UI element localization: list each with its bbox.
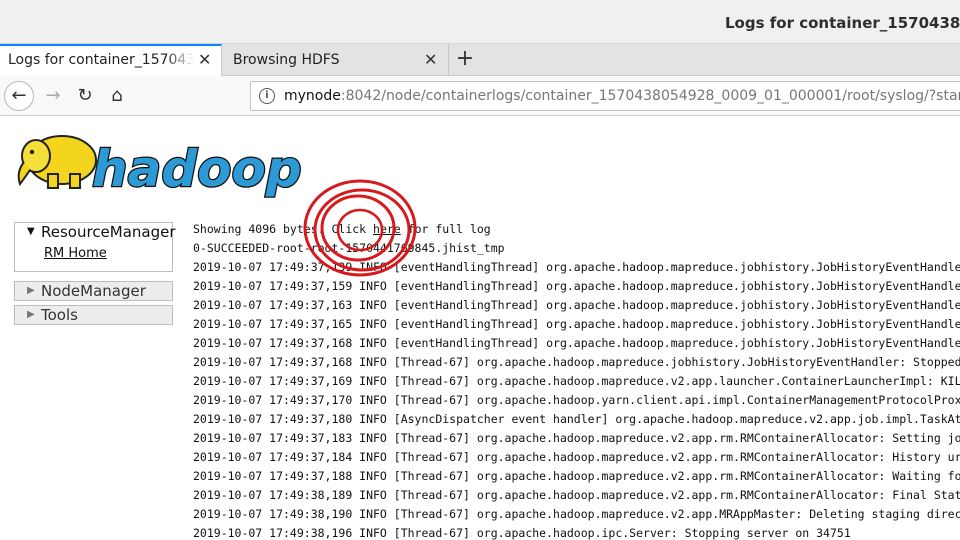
close-tab-icon[interactable]: ✕ <box>198 50 211 69</box>
forward-button[interactable]: → <box>38 81 68 111</box>
triangle-right-icon: ▶ <box>27 309 35 320</box>
hadoop-elephant-icon <box>17 135 97 189</box>
sidebar-nav: ▼ ResourceManager RM Home ▶ NodeManager … <box>14 222 176 325</box>
tab-label: Logs for container_15704380 <box>8 52 194 68</box>
sidebar-section-body: RM Home <box>14 242 173 272</box>
tab-browsing-hdfs[interactable]: Browsing HDFS ✕ <box>223 44 449 76</box>
log-showing-line: Showing 4096 bytes. Click here for full … <box>193 220 960 239</box>
reload-icon: ↻ <box>77 85 93 106</box>
sidebar-section-label: NodeManager <box>41 282 146 300</box>
back-button[interactable]: ← <box>4 81 34 111</box>
hadoop-wordmark: hadoop <box>92 140 302 198</box>
showing-prefix: Showing 4096 bytes. Click <box>193 222 374 236</box>
home-icon: ⌂ <box>111 85 123 106</box>
triangle-right-icon: ▶ <box>27 285 35 296</box>
log-line: 2019-10-07 17:49:37,159 INFO [eventHandl… <box>193 279 960 293</box>
url-path: :8042/node/containerlogs/container_15704… <box>340 88 960 104</box>
sidebar-section-resourcemanager[interactable]: ▼ ResourceManager <box>14 222 176 242</box>
log-line: 2019-10-07 17:49:37,168 INFO [Thread-67]… <box>193 355 960 369</box>
tab-strip: Logs for container_15704380 ✕ Browsing H… <box>0 44 960 76</box>
log-line: 0-SUCCEEDED-root-root-1570441769845.jhis… <box>193 241 505 255</box>
log-line: 2019-10-07 17:49:37,169 INFO [Thread-67]… <box>193 374 960 388</box>
sidebar-section-nodemanager[interactable]: ▶ NodeManager <box>14 281 173 301</box>
sidebar-section-tools[interactable]: ▶ Tools <box>14 305 173 325</box>
sidebar-section-label: Tools <box>41 306 78 324</box>
close-tab-icon[interactable]: ✕ <box>424 50 437 69</box>
window-titlebar: Logs for container_1570438054928 <box>0 0 960 44</box>
navigation-toolbar: ← → ↻ ⌂ i mynode:8042/node/containerlogs… <box>0 76 960 116</box>
log-line: 2019-10-07 17:49:38,189 INFO [Thread-67]… <box>193 488 960 502</box>
hadoop-logo[interactable]: hadoop <box>14 124 314 200</box>
reload-button[interactable]: ↻ <box>70 81 100 111</box>
log-line: 2019-10-07 17:49:37,188 INFO [Thread-67]… <box>193 469 960 483</box>
forward-arrow-icon: → <box>45 85 61 106</box>
log-line: 2019-10-07 17:49:37,168 INFO [eventHandl… <box>193 336 960 350</box>
triangle-down-icon: ▼ <box>27 226 35 237</box>
log-line: 2019-10-07 17:49:37,183 INFO [Thread-67]… <box>193 431 960 445</box>
new-tab-button[interactable]: + <box>452 44 478 76</box>
log-line: 2019-10-07 17:49:37,170 INFO [Thread-67]… <box>193 393 960 407</box>
window-title: Logs for container_1570438054928 <box>725 14 960 32</box>
site-info-icon[interactable]: i <box>259 88 275 104</box>
home-button[interactable]: ⌂ <box>102 81 132 111</box>
log-line: 2019-10-07 17:49:38,196 INFO [Thread-67]… <box>193 526 851 540</box>
showing-suffix: for full log <box>400 222 491 236</box>
log-line: 2019-10-07 17:49:38,190 INFO [Thread-67]… <box>193 507 960 521</box>
url-text[interactable]: mynode:8042/node/containerlogs/container… <box>284 88 960 104</box>
log-line: 2019-10-07 17:49:37,139 INFO [eventHandl… <box>193 260 960 274</box>
rm-home-link[interactable]: RM Home <box>44 246 107 261</box>
sidebar-section-label: ResourceManager <box>41 223 176 241</box>
log-line: 2019-10-07 17:49:37,165 INFO [eventHandl… <box>193 317 960 331</box>
log-line: 2019-10-07 17:49:37,163 INFO [eventHandl… <box>193 298 960 312</box>
full-log-link[interactable]: here <box>373 222 401 236</box>
url-bar[interactable]: i mynode:8042/node/containerlogs/contain… <box>250 81 960 111</box>
log-line: 2019-10-07 17:49:37,180 INFO [AsyncDispa… <box>193 412 960 426</box>
url-host: mynode <box>284 88 341 104</box>
log-line: 2019-10-07 17:49:37,184 INFO [Thread-67]… <box>193 450 960 464</box>
log-content: Showing 4096 bytes. Click here for full … <box>193 220 960 540</box>
tab-label: Browsing HDFS <box>233 52 340 68</box>
back-arrow-icon: ← <box>11 85 27 106</box>
tab-container-logs[interactable]: Logs for container_15704380 ✕ <box>0 44 222 76</box>
